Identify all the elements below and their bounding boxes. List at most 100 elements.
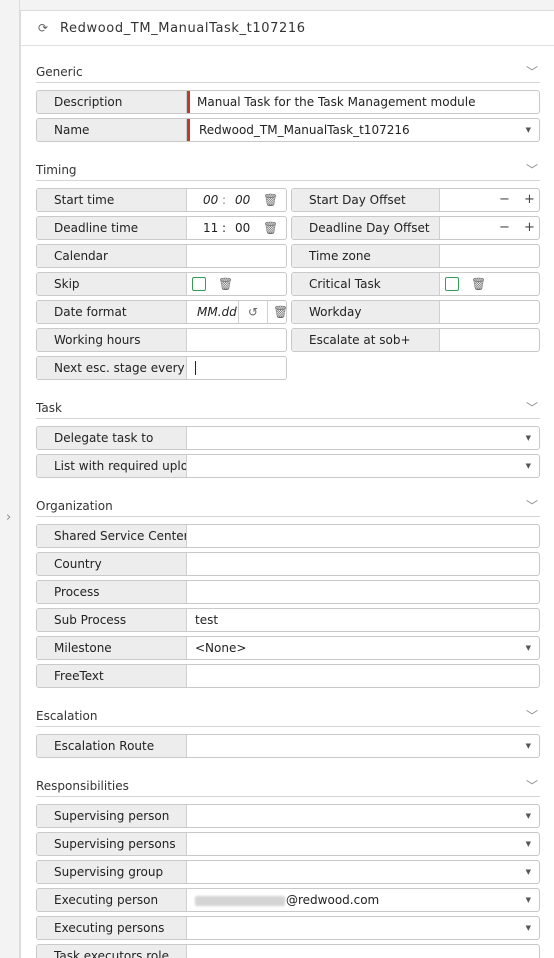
escalate-label: Escalate at sob+ <box>292 329 440 351</box>
trash-icon[interactable]: 🗑 <box>273 301 286 323</box>
critical-task-label: Critical Task <box>292 273 440 295</box>
section-generic[interactable]: Generic ﹀ <box>36 61 540 83</box>
next-esc-stage-label: Next esc. stage every <box>37 357 187 379</box>
critical-task-field[interactable]: ↑ Critical Task 🗑 <box>291 272 540 296</box>
skip-label: Skip <box>37 273 187 295</box>
chevron-down-icon[interactable]: ▼ <box>526 833 531 855</box>
name-field[interactable]: Name Redwood_TM_ManualTask_t107216 ▼ <box>36 118 540 142</box>
decrement-button[interactable]: − <box>499 217 510 239</box>
executing-person-select[interactable]: @redwood.com <box>187 889 379 911</box>
executing-persons-field[interactable]: Executing persons ▼ <box>36 916 540 940</box>
text-caret <box>195 361 196 375</box>
country-field[interactable]: ↑ Country <box>36 552 540 576</box>
chevron-down-icon[interactable]: ▼ <box>526 861 531 883</box>
divider <box>267 301 268 323</box>
critical-task-checkbox[interactable] <box>445 277 459 291</box>
title-bar: ⟳ Redwood_TM_ManualTask_t107216 <box>21 11 554 46</box>
ssc-label: Shared Service Center <box>37 525 187 547</box>
chevron-down-icon[interactable]: ▼ <box>526 805 531 827</box>
deadline-minute-input[interactable]: 00 <box>227 217 250 239</box>
time-zone-field[interactable]: ↑ Time zone <box>291 244 540 268</box>
supervising-group-field[interactable]: Supervising group ▼ <box>36 860 540 884</box>
increment-button[interactable]: + <box>524 189 535 211</box>
freetext-label: FreeText <box>37 665 187 687</box>
chevron-down-icon[interactable]: ﹀ <box>526 497 538 514</box>
chevron-down-icon[interactable]: ▼ <box>526 735 531 757</box>
chevron-down-icon[interactable]: ﹀ <box>526 161 538 178</box>
calendar-label: Calendar <box>37 245 187 267</box>
start-minute-input[interactable]: 00 <box>227 189 250 211</box>
chevron-down-icon[interactable]: ﹀ <box>526 399 538 416</box>
start-day-offset-field[interactable]: ↑ Start Day Offset − + <box>291 188 540 212</box>
chevron-down-icon[interactable]: ▼ <box>526 637 531 659</box>
section-label: Responsibilities <box>36 779 129 793</box>
trash-icon[interactable]: 🗑 <box>263 217 278 239</box>
calendar-field[interactable]: ↑ Calendar <box>36 244 287 268</box>
date-format-input[interactable]: MM.dd <box>189 301 239 323</box>
description-input[interactable]: Manual Task for the Task Management modu… <box>189 91 476 113</box>
side-collapse-strip[interactable]: › <box>0 0 20 958</box>
name-select[interactable]: Redwood_TM_ManualTask_t107216 <box>191 119 410 141</box>
delegate-task-field[interactable]: ↑ Delegate task to ▼ <box>36 426 540 450</box>
reset-icon[interactable]: ↺ <box>248 301 258 323</box>
section-responsibilities[interactable]: Responsibilities ﹀ <box>36 775 540 797</box>
deadline-time-field[interactable]: ↑ Deadline time 11 : 00 🗑 <box>36 216 287 240</box>
milestone-select[interactable]: <None> <box>187 637 246 659</box>
required-marker <box>187 119 190 141</box>
supervising-persons-field[interactable]: Supervising persons ▼ <box>36 832 540 856</box>
trash-icon[interactable]: 🗑 <box>471 273 486 295</box>
time-separator: : <box>222 193 227 207</box>
page-title: Redwood_TM_ManualTask_t107216 <box>60 20 306 36</box>
description-field[interactable]: Description Manual Task for the Task Man… <box>36 90 540 114</box>
description-label: Description <box>37 91 187 113</box>
chevron-down-icon[interactable]: ﹀ <box>526 63 538 80</box>
start-time-field[interactable]: ↑ Start time 00 : 00 🗑 <box>36 188 287 212</box>
next-esc-stage-field[interactable]: ↑ Next esc. stage every <box>36 356 287 380</box>
start-day-offset-label: Start Day Offset <box>292 189 440 211</box>
divider <box>238 301 239 323</box>
workday-field[interactable]: Workday <box>291 300 540 324</box>
trash-icon[interactable]: 🗑 <box>263 189 278 211</box>
working-hours-label: Working hours <box>37 329 187 351</box>
skip-checkbox[interactable] <box>192 277 206 291</box>
sub-process-input[interactable]: test <box>187 609 218 631</box>
increment-button[interactable]: + <box>524 217 535 239</box>
trash-icon[interactable]: 🗑 <box>218 273 233 295</box>
deadline-day-offset-field[interactable]: ↑ Deadline Day Offset − + <box>291 216 540 240</box>
section-escalation[interactable]: Escalation ﹀ <box>36 705 540 727</box>
working-hours-field[interactable]: ↑ Working hours <box>36 328 287 352</box>
sub-process-field[interactable]: ↑ Sub Process test <box>36 608 540 632</box>
chevron-down-icon[interactable]: ▼ <box>526 889 531 911</box>
chevron-right-icon[interactable]: › <box>6 510 11 525</box>
freetext-field[interactable]: FreeText <box>36 664 540 688</box>
section-label: Task <box>36 401 62 415</box>
section-organization[interactable]: Organization ﹀ <box>36 495 540 517</box>
skip-field[interactable]: ↑ Skip 🗑 <box>36 272 287 296</box>
chevron-down-icon[interactable]: ﹀ <box>526 777 538 794</box>
list-upload-field[interactable]: List with required uploa ▼ <box>36 454 540 478</box>
decrement-button[interactable]: − <box>499 189 510 211</box>
task-executors-role-label: Task executors role <box>37 945 187 958</box>
chevron-down-icon[interactable]: ▼ <box>526 455 531 477</box>
task-executors-role-field[interactable]: Task executors role <box>36 944 540 958</box>
escalation-route-field[interactable]: Escalation Route ▼ <box>36 734 540 758</box>
escalate-field[interactable]: ↑ Escalate at sob+ <box>291 328 540 352</box>
name-label: Name <box>37 119 187 141</box>
chevron-down-icon[interactable]: ﹀ <box>526 707 538 724</box>
task-sync-icon: ⟳ <box>38 21 49 35</box>
chevron-down-icon[interactable]: ▼ <box>526 427 531 449</box>
date-format-label: Date format <box>37 301 187 323</box>
date-format-field[interactable]: Date format MM.dd ↺ 🗑 <box>36 300 287 324</box>
chevron-down-icon[interactable]: ▼ <box>526 119 531 141</box>
section-timing[interactable]: Timing ﹀ <box>36 159 540 181</box>
chevron-down-icon[interactable]: ▼ <box>526 917 531 939</box>
country-label: Country <box>37 553 187 575</box>
sub-process-label: Sub Process <box>37 609 187 631</box>
ssc-field[interactable]: ↑ Shared Service Center <box>36 524 540 548</box>
executing-person-field[interactable]: Executing person @redwood.com ▼ <box>36 888 540 912</box>
process-field[interactable]: ↑ Process <box>36 580 540 604</box>
executing-persons-label: Executing persons <box>37 917 187 939</box>
milestone-field[interactable]: ↑ Milestone <None> ▼ <box>36 636 540 660</box>
supervising-person-field[interactable]: ↑ Supervising person ▼ <box>36 804 540 828</box>
section-task[interactable]: Task ﹀ <box>36 397 540 419</box>
